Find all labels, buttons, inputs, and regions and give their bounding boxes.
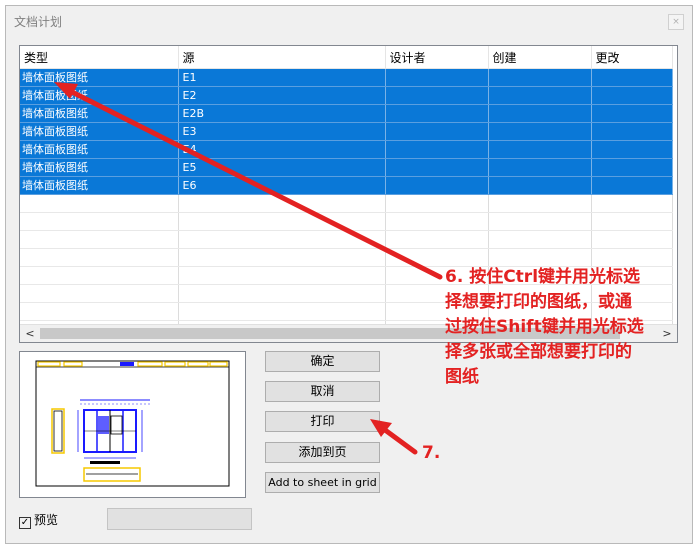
step6-line: 过按住Shift键并用光标选 bbox=[445, 317, 644, 337]
arrowhead-step6-icon bbox=[54, 82, 78, 99]
step7-annotation: 7. bbox=[422, 443, 441, 463]
step6-line: 6. 按住Ctrl键并用光标选 bbox=[445, 267, 641, 287]
step6-annotation: 6. 按住Ctrl键并用光标选 择想要打印的图纸，或通 过按住Shift键并用光… bbox=[445, 265, 695, 390]
step6-line: 图纸 bbox=[445, 367, 479, 387]
arrow-step7-icon bbox=[378, 424, 418, 455]
step6-line: 择多张或全部想要打印的 bbox=[445, 342, 632, 362]
arrow-step6-icon bbox=[65, 87, 443, 280]
step6-line: 择想要打印的图纸，或通 bbox=[445, 292, 632, 312]
